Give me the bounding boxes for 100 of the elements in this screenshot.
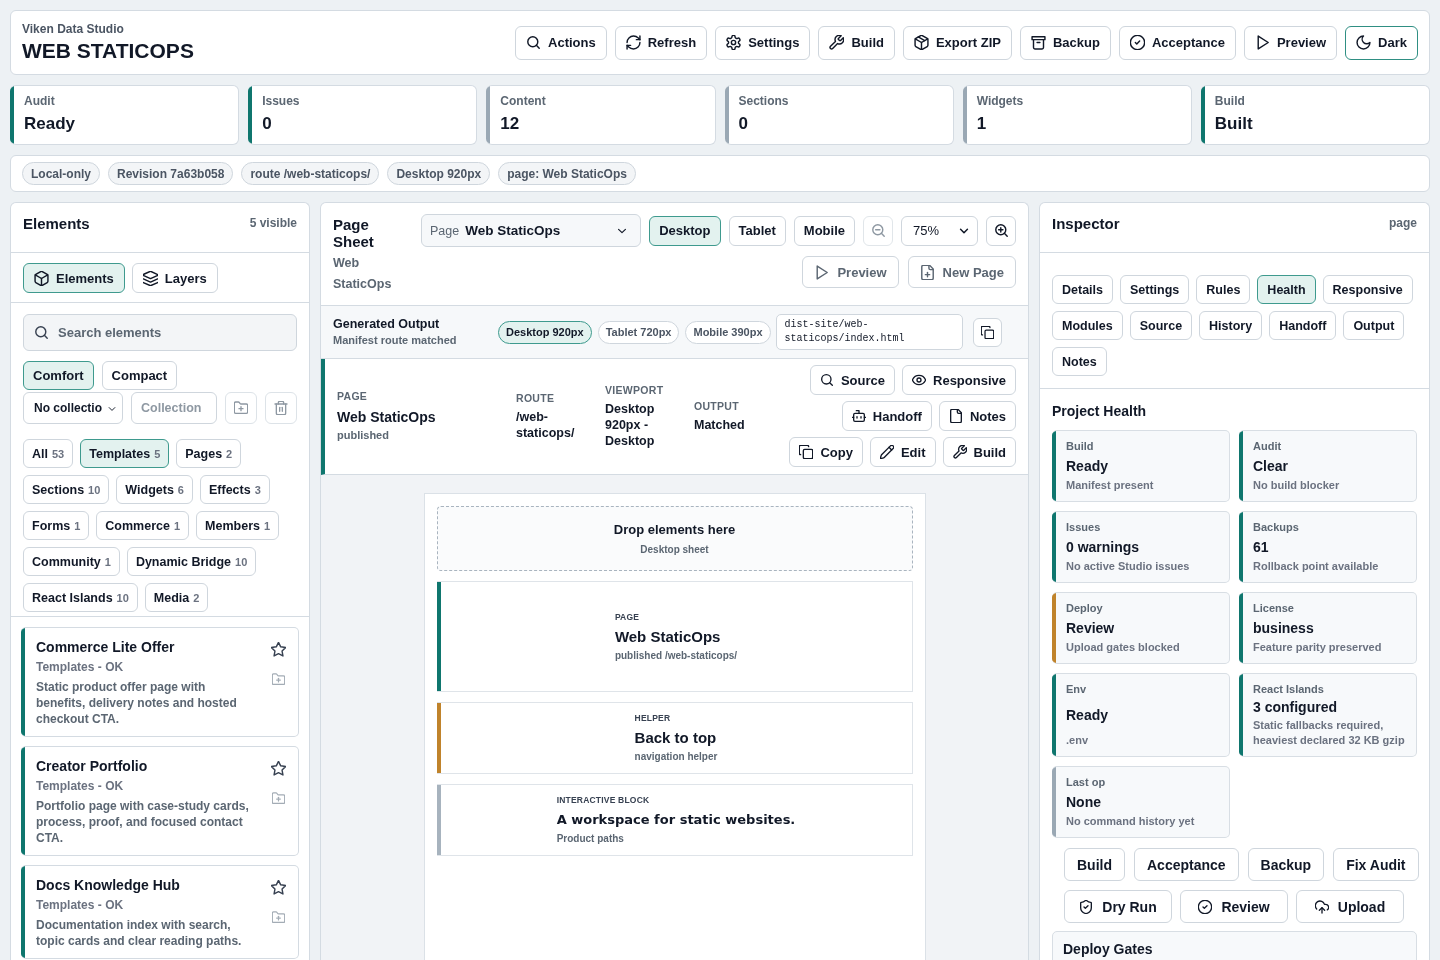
star-icon[interactable]: [270, 880, 286, 895]
inspector-tab[interactable]: Output: [1343, 311, 1405, 340]
filter-chip[interactable]: Pages 2: [176, 439, 242, 468]
sheet-block[interactable]: HELPER Back to top navigation helper: [436, 702, 913, 774]
density-toggle[interactable]: Compact: [101, 361, 178, 390]
archive-icon: [1030, 35, 1046, 50]
action-button[interactable]: Review: [1180, 890, 1288, 923]
inspector-tab[interactable]: Responsive: [1322, 275, 1413, 304]
inspector-tab[interactable]: Rules: [1196, 275, 1251, 304]
toolbar-button[interactable]: Dark: [1345, 25, 1418, 60]
copy-button[interactable]: [972, 317, 1002, 347]
block-title: A workspace for static websites.: [556, 811, 796, 829]
action-button[interactable]: Source: [809, 365, 895, 395]
filter-chip[interactable]: Widgets 6: [116, 475, 193, 504]
health-label: Audit: [1253, 439, 1283, 453]
action-button[interactable]: Notes: [938, 401, 1016, 431]
block-label: INTERACTIVE BLOCK: [556, 795, 651, 806]
add-folder-button[interactable]: [225, 392, 257, 424]
action-button[interactable]: Acceptance: [1134, 848, 1239, 881]
field-label: VIEWPORT: [605, 383, 665, 397]
inspector-tab[interactable]: History: [1199, 311, 1263, 340]
size-chip[interactable]: Desktop 920px: [498, 320, 592, 344]
filter-chip[interactable]: Members 1: [196, 511, 280, 540]
element-card[interactable]: Commerce Lite Offer Templates - OK Static product offer page with benefits, delivery notes and hosted checkout CTA.: [21, 627, 299, 737]
size-chip[interactable]: Mobile 390px: [685, 320, 771, 344]
filter-chip[interactable]: Commerce 1: [96, 511, 190, 540]
toolbar-button[interactable]: Settings: [715, 25, 811, 60]
inspector-tab[interactable]: Modules: [1052, 311, 1123, 340]
action-button[interactable]: Build: [1064, 848, 1125, 881]
sheet-title: Page Sheet: [333, 216, 375, 250]
zoom-select[interactable]: 75%: [901, 215, 978, 246]
action-button[interactable]: Backup: [1247, 848, 1325, 881]
toolbar-button[interactable]: Preview: [1243, 25, 1338, 60]
health-value: 3 configured: [1253, 698, 1338, 716]
star-icon[interactable]: [270, 761, 286, 776]
filter-chip[interactable]: Sections 10: [23, 475, 110, 504]
viewport-button[interactable]: Desktop: [649, 215, 721, 246]
filter-chip[interactable]: Forms 1: [23, 511, 90, 540]
element-meta: Templates - OK: [36, 778, 125, 794]
inspector-tab[interactable]: Details: [1052, 275, 1113, 304]
inspector-tab[interactable]: Settings: [1120, 275, 1190, 304]
collection-field[interactable]: Collection: [131, 392, 217, 424]
toolbar-button[interactable]: Acceptance: [1118, 25, 1236, 60]
action-button[interactable]: Copy: [789, 437, 863, 467]
health-value: None: [1066, 792, 1102, 811]
action-button[interactable]: Responsive: [902, 365, 1016, 395]
folder-plus-icon[interactable]: [271, 673, 285, 686]
filter-chip[interactable]: Media 2: [144, 583, 209, 612]
collection-select[interactable]: No collectio: [23, 392, 123, 424]
search-icon: [34, 325, 49, 340]
action-button[interactable]: Upload: [1296, 890, 1404, 923]
action-button[interactable]: Fix Audit: [1333, 848, 1419, 881]
toolbar-button[interactable]: Refresh: [614, 25, 708, 60]
inspector-tab[interactable]: Notes: [1052, 347, 1107, 376]
viewport-button[interactable]: Mobile: [793, 215, 855, 246]
sheet-block[interactable]: INTERACTIVE BLOCK A workspace for static websites. Product paths: [436, 784, 913, 856]
element-card[interactable]: Creator Portfolio Templates - OK Portfolio page with case-study cards, process, proof, and focused contact CTA.: [21, 746, 299, 856]
action-button[interactable]: Dry Run: [1064, 890, 1172, 923]
context-chip: Local-only: [22, 162, 100, 185]
filter-chip[interactable]: Community 1: [23, 547, 120, 576]
inspector-tab[interactable]: Health: [1257, 275, 1316, 304]
panel-tab[interactable]: Elements: [23, 263, 125, 293]
filter-chip[interactable]: All 53: [23, 439, 74, 468]
block-title: Web StaticOps: [614, 626, 722, 646]
sheet-block[interactable]: PAGE Web StaticOps published /web-staticops/: [436, 581, 913, 692]
block-label: PAGE: [614, 611, 641, 623]
action-button[interactable]: Edit: [869, 437, 936, 467]
folder-plus-icon[interactable]: [271, 792, 285, 805]
search-field[interactable]: Search elements: [23, 314, 297, 351]
wrench-icon: [829, 35, 845, 50]
stat-label: Build: [1214, 94, 1246, 109]
file-plus-icon: [919, 264, 935, 280]
size-chip[interactable]: Tablet 720px: [597, 320, 680, 344]
inspector-tab[interactable]: Source: [1129, 311, 1193, 340]
stat-value: 1: [976, 113, 988, 135]
element-card[interactable]: Docs Knowledge Hub Templates - OK Documentation index with search, topic cards and clear reading paths.: [21, 865, 299, 959]
page-select[interactable]: Page Web StaticOps: [421, 214, 642, 247]
health-note: Manifest present: [1066, 478, 1155, 493]
star-icon[interactable]: [270, 642, 286, 657]
toolbar-button[interactable]: Export ZIP: [902, 25, 1012, 60]
drop-zone-note: Desktop sheet: [640, 543, 709, 556]
toolbar-button[interactable]: Build: [818, 25, 895, 60]
viewport-button[interactable]: Tablet: [728, 215, 786, 246]
health-label: License: [1253, 601, 1295, 615]
density-toggle[interactable]: Comfort: [23, 361, 94, 390]
action-button[interactable]: Handoff: [841, 401, 932, 431]
delete-button[interactable]: [265, 392, 297, 424]
stat-value: 12: [500, 113, 521, 135]
panel-tab[interactable]: Layers: [131, 263, 218, 293]
folder-plus-icon[interactable]: [271, 911, 285, 924]
toolbar-button[interactable]: Backup: [1019, 25, 1111, 60]
filter-chip[interactable]: React Islands 10: [23, 583, 138, 612]
filter-chip[interactable]: Templates 5: [80, 439, 170, 468]
inspector-tab[interactable]: Handoff: [1269, 311, 1337, 340]
filter-chip[interactable]: Dynamic Bridge 10: [126, 547, 257, 576]
filter-chip[interactable]: Effects 3: [200, 475, 270, 504]
toolbar-button[interactable]: Actions: [515, 25, 607, 60]
action-button[interactable]: Build: [942, 437, 1016, 467]
health-label: Backups: [1253, 520, 1300, 534]
zoom-in-button[interactable]: [986, 215, 1016, 246]
